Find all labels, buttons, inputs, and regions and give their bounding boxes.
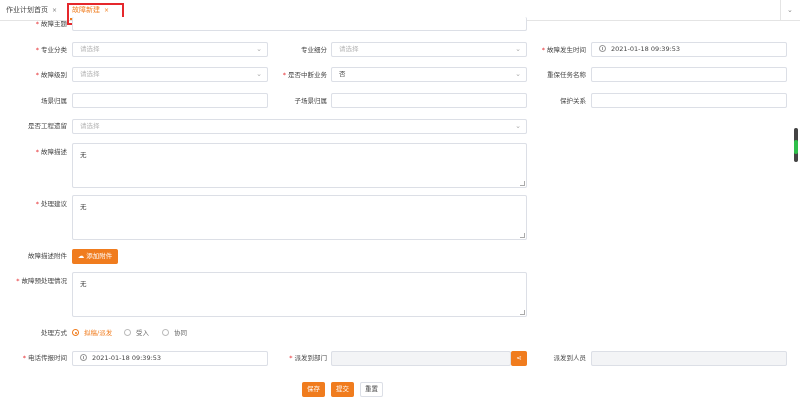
engineering-cause-label: 是否工程遗留 [28, 122, 67, 130]
handling-suggestion-textarea[interactable]: 无 [72, 195, 527, 240]
guarantee-task-label: 重保任务名称 [547, 71, 586, 79]
dispatch-person-input[interactable] [591, 351, 787, 366]
phone-report-time-picker[interactable]: 2021-01-18 09:39:53 [72, 351, 268, 366]
fault-level-select[interactable]: 请选择 ⌄ [72, 67, 268, 82]
dispatch-dept-input[interactable] [331, 351, 511, 366]
clock-icon [599, 45, 606, 52]
business-interrupted-label: * 是否中断业务 [282, 71, 327, 79]
occurrence-time-picker[interactable]: 2021-01-18 09:39:53 [591, 42, 787, 57]
fault-topic-label: * 故障主题 [35, 20, 67, 28]
close-icon[interactable]: × [52, 7, 57, 14]
business-interrupted-select[interactable]: 否 ⌄ [331, 67, 527, 82]
radio-accept[interactable]: 受入 [124, 327, 149, 339]
fault-topic-input[interactable] [72, 17, 527, 31]
chevron-down-icon[interactable]: ⌄ [780, 0, 796, 21]
specialty-subdivision-label: 专业细分 [301, 46, 327, 54]
vertical-scrollbar[interactable] [792, 22, 800, 413]
save-button[interactable]: 保存 [302, 382, 325, 397]
fault-description-label: * 故障描述 [35, 148, 67, 156]
phone-report-time-label: * 电话传报时间 [22, 354, 67, 362]
specialty-subdivision-select[interactable]: 请选择 ⌄ [331, 42, 527, 57]
protection-relation-label: 保护关系 [560, 97, 586, 105]
radio-icon [72, 329, 79, 336]
specialty-category-label: * 专业分类 [35, 46, 67, 54]
occurrence-time-label: * 故障发生时间 [541, 46, 586, 54]
scene-belong-input[interactable] [72, 93, 268, 108]
chevron-down-icon: ⌄ [515, 122, 521, 130]
guarantee-task-input[interactable] [591, 67, 787, 82]
fault-description-textarea[interactable]: 无 [72, 143, 527, 188]
sub-scene-belong-label: 子场景归属 [294, 97, 328, 105]
resize-grip-icon[interactable] [520, 310, 525, 315]
handling-suggestion-label: * 处理建议 [35, 200, 67, 208]
specialty-category-select[interactable]: 请选择 ⌄ [72, 42, 268, 57]
clock-icon [80, 354, 87, 361]
chevron-down-icon: ⌄ [515, 45, 521, 53]
engineering-cause-select[interactable]: 请选择 ⌄ [72, 119, 527, 134]
chevron-down-icon: ⌄ [515, 70, 521, 78]
attachment-label: 故障描述附件 [28, 252, 67, 260]
share-icon[interactable]: ⋖ [511, 351, 527, 366]
reset-button[interactable]: 重置 [360, 382, 383, 397]
resize-grip-icon[interactable] [520, 181, 525, 186]
radio-icon [162, 329, 169, 336]
handling-mode-label: 处理方式 [41, 329, 67, 337]
pre-handling-label: * 故障预处理情况 [16, 277, 67, 285]
scene-belong-label: 场景归属 [41, 97, 67, 105]
cloud-upload-icon: ☁ [77, 252, 85, 260]
add-attachment-button[interactable]: ☁ 添加附件 [72, 249, 118, 264]
radio-draft-dispatch[interactable]: 拟稿/派发 [72, 327, 112, 339]
chevron-down-icon: ⌄ [256, 45, 262, 53]
radio-collaborate[interactable]: 协同 [162, 327, 187, 339]
fault-level-label: * 故障级别 [35, 71, 67, 79]
resize-grip-icon[interactable] [520, 233, 525, 238]
protection-relation-input[interactable] [591, 93, 787, 108]
radio-icon [124, 329, 131, 336]
sub-scene-belong-input[interactable] [331, 93, 527, 108]
submit-button[interactable]: 提交 [331, 382, 354, 397]
scrollbar-indicator [794, 140, 798, 154]
tab-label: 作业计划首页 [6, 6, 48, 14]
dispatch-dept-label: * 派发到部门 [289, 354, 327, 362]
dispatch-person-label: 派发到人员 [553, 354, 587, 362]
chevron-down-icon: ⌄ [256, 70, 262, 78]
pre-handling-textarea[interactable]: 无 [72, 272, 527, 317]
